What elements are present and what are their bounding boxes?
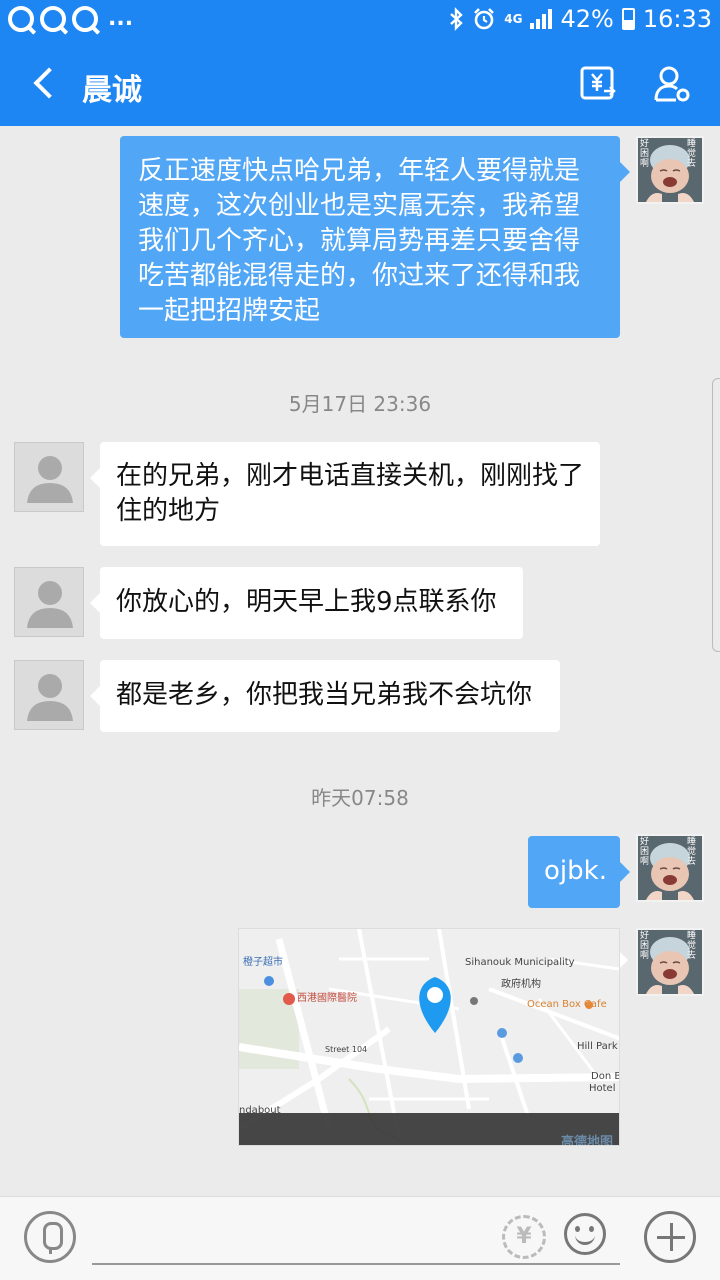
map-label: Don B: [591, 1071, 620, 1082]
default-user-icon: [27, 456, 73, 503]
clock: 16:33: [642, 5, 712, 33]
message-text: ojbk.: [544, 856, 607, 886]
outgoing-message[interactable]: ojbk.: [528, 836, 630, 908]
contact-avatar[interactable]: [14, 567, 84, 637]
message-text: 反正速度快点哈兄弟，年轻人要得就是速度，这次创业也是实属无奈，我希望我们几个齐心…: [138, 156, 581, 326]
message-input[interactable]: [92, 1263, 620, 1265]
message-text: 都是老乡，你把我当兄弟我不会坑你: [116, 680, 533, 710]
scroll-indicator[interactable]: [712, 378, 720, 652]
map-label: 橙子超市: [243, 957, 283, 968]
bluetooth-icon: [450, 7, 464, 31]
incoming-message[interactable]: 都是老乡，你把我当兄弟我不会坑你: [90, 660, 560, 732]
qq-notification-icon: [40, 6, 66, 32]
default-user-icon: [27, 581, 73, 628]
network-type: 4G: [504, 12, 523, 26]
emoji-icon[interactable]: [564, 1213, 606, 1255]
map-label: Hill Park V: [577, 1041, 619, 1052]
red-packet-icon[interactable]: ¥: [502, 1215, 546, 1259]
battery-icon: [621, 8, 635, 30]
status-bar: ... 4G 42% 16:33: [0, 0, 720, 42]
map-label: Sihanouk Municipality: [465, 957, 575, 968]
avatar[interactable]: 好困啊 睡觉去: [636, 928, 704, 996]
map-bubble-tail: [620, 952, 628, 968]
contact-avatar[interactable]: [14, 442, 84, 512]
profile-settings-icon[interactable]: [652, 64, 692, 104]
avatar-caption: 睡觉去: [687, 837, 697, 867]
avatar[interactable]: 好困啊 睡觉去: [636, 834, 704, 902]
plus-icon[interactable]: [644, 1211, 696, 1263]
chat-header: 晨诚: [0, 42, 720, 126]
message-timestamp: 昨天07:58: [311, 786, 409, 810]
incoming-message[interactable]: 你放心的，明天早上我9点联系你: [90, 567, 523, 639]
contact-avatar[interactable]: [14, 660, 84, 730]
contact-name: 晨诚: [82, 73, 142, 108]
avatar-caption: 睡觉去: [687, 139, 697, 169]
avatar-caption: 睡觉去: [687, 931, 697, 961]
qq-notification-icon: [72, 6, 98, 32]
avatar-caption: 好困啊: [640, 139, 650, 169]
outgoing-message[interactable]: 反正速度快点哈兄弟，年轻人要得就是速度，这次创业也是实属无奈，我希望我们几个齐心…: [120, 136, 630, 338]
default-user-icon: [27, 674, 73, 721]
transfer-money-icon[interactable]: [578, 64, 618, 104]
map-watermark: 高德地图: [561, 1135, 614, 1146]
avatar[interactable]: 好困啊 睡觉去: [636, 136, 704, 204]
message-timestamp: 5月17日 23:36: [288, 392, 432, 416]
map-label: Ocean Box Cafe: [527, 999, 607, 1010]
message-text: 在的兄弟，刚才电话直接关机，刚刚找了住的地方: [116, 461, 585, 526]
avatar-caption: 好困啊: [640, 837, 650, 867]
back-arrow-icon[interactable]: [30, 68, 56, 98]
qq-notification-icon: [8, 6, 34, 32]
signal-icon: [530, 9, 553, 29]
map-label: 西港國際醫院: [297, 993, 357, 1004]
avatar-caption: 好困啊: [640, 931, 650, 961]
notification-icons: ...: [8, 6, 133, 32]
map-label: Street 104: [325, 1045, 368, 1054]
battery-percent: 42%: [560, 5, 614, 33]
map-label: 政府机构: [501, 979, 541, 990]
more-notifications: ...: [108, 6, 134, 31]
message-list[interactable]: 反正速度快点哈兄弟，年轻人要得就是速度，这次创业也是实属无奈，我希望我们几个齐心…: [0, 126, 720, 1194]
incoming-message[interactable]: 在的兄弟，刚才电话直接关机，刚刚找了住的地方: [90, 442, 600, 546]
system-icons: 4G 42% 16:33: [448, 5, 712, 33]
microphone-icon[interactable]: [24, 1211, 76, 1263]
input-bar: ¥: [0, 1196, 720, 1280]
alarm-icon: [474, 8, 495, 30]
map-label: Hotel S: [589, 1083, 619, 1094]
location-map-message[interactable]: 橙子超市 西港國際醫院 Sihanouk Municipality 政府机构 O…: [238, 928, 620, 1146]
message-text: 你放心的，明天早上我9点联系你: [116, 587, 497, 617]
